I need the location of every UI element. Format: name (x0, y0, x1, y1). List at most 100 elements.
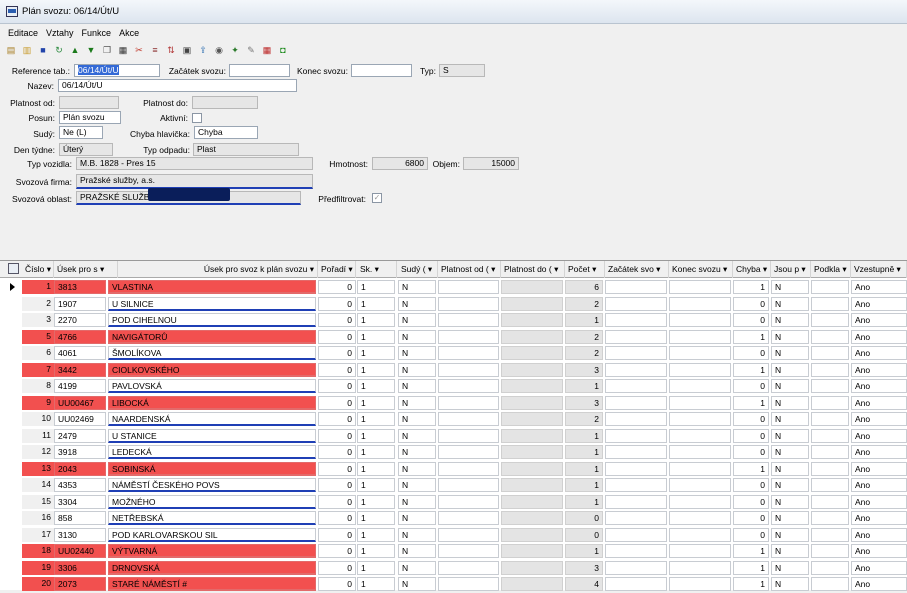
table-row[interactable]: 7 3442 CIOLKOVSKÉHO 0 1 N 3 1 N Ano (0, 362, 907, 379)
table-row[interactable]: 10 UU02469 NAARDENSKÁ 0 1 N 2 0 N Ano (0, 411, 907, 428)
cell-pocet[interactable]: 2 (565, 296, 603, 311)
cell-platnost-do[interactable] (501, 544, 563, 558)
cell-usek-name[interactable]: CIOLKOVSKÉHO (108, 362, 316, 377)
cell-sudy[interactable]: N (398, 428, 436, 443)
cell-platnost-do[interactable] (501, 577, 563, 591)
cell-konec[interactable] (669, 478, 731, 492)
cell-zacatek[interactable] (605, 461, 667, 476)
posun-field[interactable]: Plán svozu (59, 111, 121, 124)
cell-usek-name[interactable]: POD KARLOVARSKOU SIL (108, 527, 316, 542)
cell-jsou[interactable]: N (771, 478, 809, 492)
cell-platnost-od[interactable] (438, 461, 499, 476)
cell-sudy[interactable]: N (398, 313, 436, 327)
cell-platnost-od[interactable] (438, 346, 499, 360)
cell-chyba[interactable]: 1 (733, 544, 769, 558)
column-header-platnost-do[interactable]: Platnost do ( ▾ (501, 261, 565, 278)
cell-sk[interactable]: 1 (357, 362, 395, 377)
cell-chyba[interactable]: 1 (733, 577, 769, 591)
cell-poradi[interactable]: 0 (318, 280, 356, 294)
cell-chyba[interactable]: 0 (733, 478, 769, 492)
cell-chyba[interactable]: 0 (733, 296, 769, 311)
cell-podklad[interactable] (811, 544, 849, 558)
cell-chyba[interactable]: 0 (733, 494, 769, 509)
cell-chyba[interactable]: 1 (733, 362, 769, 377)
cell-jsou[interactable]: N (771, 428, 809, 443)
cell-sk[interactable]: 1 (357, 428, 395, 443)
copy-icon[interactable]: ❐ (100, 43, 114, 57)
column-header-sudy[interactable]: Sudý ( ▾ (398, 261, 438, 278)
cell-jsou[interactable]: N (771, 560, 809, 575)
cell-usek-name[interactable]: DRNOVSKÁ (108, 560, 316, 575)
cell-platnost-od[interactable] (438, 560, 499, 575)
cell-poradi[interactable]: 0 (318, 544, 356, 558)
down-icon[interactable]: ▼ (84, 43, 98, 57)
cell-pocet[interactable]: 2 (565, 346, 603, 360)
up-icon[interactable]: ▲ (68, 43, 82, 57)
cell-usek-name[interactable]: NÁMĚSTÍ ČESKÉHO POVS (108, 478, 316, 492)
cell-zacatek[interactable] (605, 560, 667, 575)
cell-podklad[interactable] (811, 379, 849, 393)
cell-sudy[interactable]: N (398, 511, 436, 525)
table-row[interactable]: 15 3304 MOŽNÉHO 0 1 N 1 0 N Ano (0, 494, 907, 511)
cell-vzestupne[interactable]: Ano (851, 461, 907, 476)
cell-usek-code[interactable]: 4766 (54, 329, 106, 344)
cell-podklad[interactable] (811, 494, 849, 509)
cell-podklad[interactable] (811, 461, 849, 476)
cell-jsou[interactable]: N (771, 461, 809, 476)
cell-usek-code[interactable]: 3304 (54, 494, 106, 509)
save-icon[interactable]: ■ (36, 43, 50, 57)
table-row[interactable]: 17 3130 POD KARLOVARSKOU SIL 0 1 N 0 0 N Ano (0, 527, 907, 544)
table-row[interactable]: 8 4199 PAVLOVSKÁ 0 1 N 1 0 N Ano (0, 378, 907, 395)
cell-sudy[interactable]: N (398, 280, 436, 294)
cell-sudy[interactable]: N (398, 296, 436, 311)
cell-podklad[interactable] (811, 445, 849, 459)
cell-podklad[interactable] (811, 527, 849, 542)
cell-zacatek[interactable] (605, 412, 667, 426)
column-header-row-number[interactable]: Číslo ▾ (22, 261, 54, 278)
cell-usek-name[interactable]: LEDECKÁ (108, 445, 316, 459)
cell-podklad[interactable] (811, 329, 849, 344)
cell-sk[interactable]: 1 (357, 296, 395, 311)
den-field[interactable]: Úterý (59, 143, 113, 156)
cell-platnost-do[interactable] (501, 329, 563, 344)
filter-icon[interactable]: ≡ (148, 43, 162, 57)
cell-usek-name[interactable]: POD CIHELNOU (108, 313, 316, 327)
cell-pocet[interactable]: 1 (565, 461, 603, 476)
menu-vztahy[interactable]: Vztahy (42, 26, 78, 40)
column-header-podklad[interactable]: Podkla ▾ (811, 261, 851, 278)
refresh-icon[interactable]: ↻ (52, 43, 66, 57)
cell-poradi[interactable]: 0 (318, 445, 356, 459)
cell-platnost-od[interactable] (438, 412, 499, 426)
cell-zacatek[interactable] (605, 313, 667, 327)
cell-poradi[interactable]: 0 (318, 412, 356, 426)
report-icon[interactable]: ▣ (180, 43, 194, 57)
cell-sk[interactable]: 1 (357, 346, 395, 360)
cell-usek-name[interactable]: VLASTINA (108, 280, 316, 294)
cell-poradi[interactable]: 0 (318, 329, 356, 344)
cell-konec[interactable] (669, 346, 731, 360)
cell-podklad[interactable] (811, 428, 849, 443)
cell-chyba[interactable]: 0 (733, 527, 769, 542)
cell-sk[interactable]: 1 (357, 527, 395, 542)
cell-zacatek[interactable] (605, 379, 667, 393)
cell-sudy[interactable]: N (398, 560, 436, 575)
cell-sk[interactable]: 1 (357, 494, 395, 509)
cell-vzestupne[interactable]: Ano (851, 395, 907, 410)
cell-sk[interactable]: 1 (357, 461, 395, 476)
folder-icon[interactable]: ▥ (20, 43, 34, 57)
cell-zacatek[interactable] (605, 445, 667, 459)
cell-sudy[interactable]: N (398, 478, 436, 492)
cell-chyba[interactable]: 0 (733, 445, 769, 459)
cell-platnost-od[interactable] (438, 329, 499, 344)
cell-podklad[interactable] (811, 511, 849, 525)
cell-chyba[interactable]: 1 (733, 461, 769, 476)
cell-usek-name[interactable]: ŠMOLÍKOVA (108, 346, 316, 360)
column-header-vzestupne[interactable]: Vzestupně ▾ (851, 261, 907, 278)
cell-vzestupne[interactable]: Ano (851, 478, 907, 492)
cell-sk[interactable]: 1 (357, 511, 395, 525)
cell-usek-name[interactable]: NETŘEBSKÁ (108, 511, 316, 525)
platnost-od-field[interactable] (59, 96, 119, 109)
cell-vzestupne[interactable]: Ano (851, 280, 907, 294)
cell-platnost-od[interactable] (438, 395, 499, 410)
cell-platnost-do[interactable] (501, 428, 563, 443)
